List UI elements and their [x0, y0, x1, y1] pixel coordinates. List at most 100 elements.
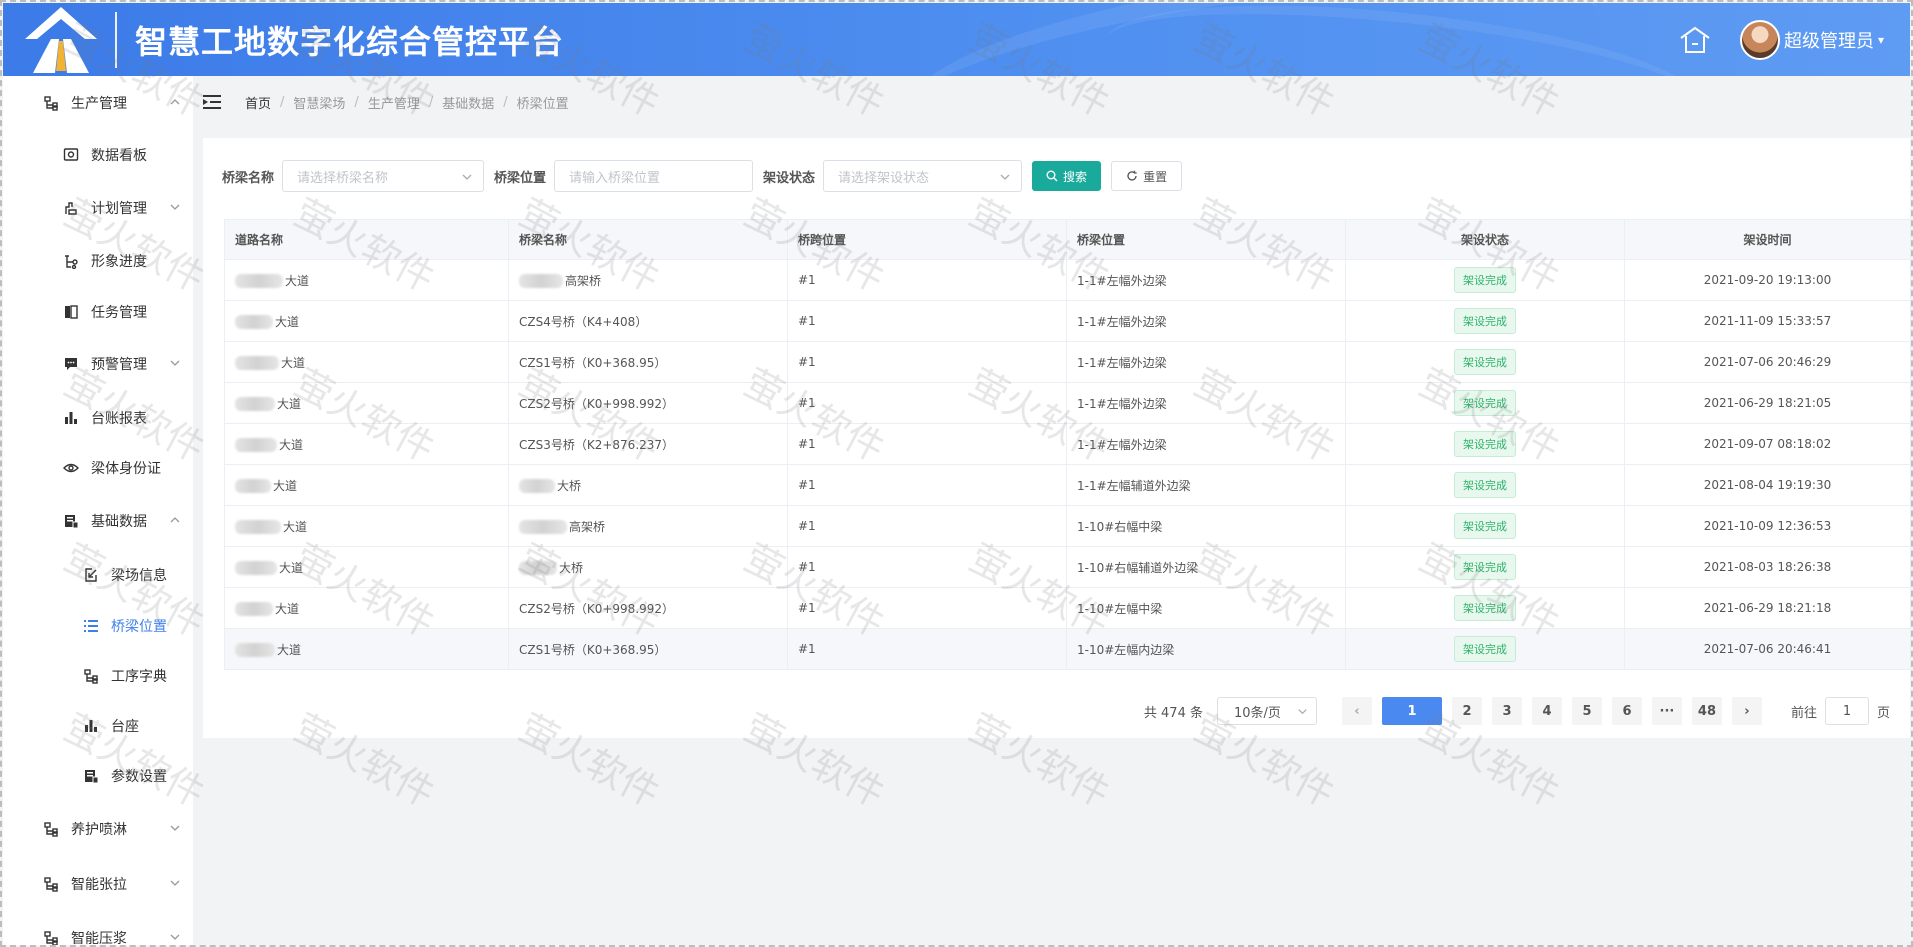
page-button[interactable]: 1 [1381, 697, 1442, 725]
sidebar-item-yard-info[interactable]: 梁场信息 [3, 553, 193, 597]
cell-span: #1 [787, 628, 1067, 670]
sidebar-item-bridge-position[interactable]: 桥梁位置 [3, 604, 193, 648]
sidebar-item-progress[interactable]: 形象进度 [3, 239, 193, 283]
cell-bridge-text: CZS2号桥（K0+998.992） [519, 396, 675, 411]
sidebar-item-label: 基础数据 [91, 514, 147, 530]
chevron-down-icon [170, 880, 180, 886]
search-button[interactable]: 搜索 [1032, 161, 1102, 191]
cell-span: #1 [787, 505, 1067, 547]
page-button[interactable]: 5 [1571, 697, 1602, 725]
page-button[interactable]: 3 [1491, 697, 1522, 725]
cell-bridge: CZS2号桥（K0+998.992） [508, 382, 788, 424]
redacted-text [235, 602, 273, 616]
table-row[interactable]: 大道 CZS1号桥（K0+368.95） #1 1-1#左幅外边梁 架设完成 2021-0… [224, 341, 1911, 383]
bridge-name-placeholder: 请选择桥梁名称 [297, 170, 389, 186]
caret-down-icon[interactable]: ▾ [1878, 33, 1884, 47]
sidebar-item-task[interactable]: 任务管理 [3, 290, 193, 334]
sidebar-item-params[interactable]: 参数设置 [3, 754, 193, 798]
sidebar-item-plan[interactable]: 计划管理 [3, 186, 193, 230]
sidebar-item-grouting[interactable]: 智能压浆 [3, 916, 193, 945]
bridge-position-label: 桥梁位置 [494, 170, 547, 186]
status-badge: 架设完成 [1454, 267, 1516, 293]
table-row[interactable]: 大道 CZS1号桥（K0+368.95） #1 1-10#左幅内边梁 架设完成 2021-… [224, 628, 1911, 670]
chart-icon [63, 410, 79, 426]
bridge-position-placeholder: 请输入桥梁位置 [569, 170, 661, 186]
sidebar-item-label: 工序字典 [111, 669, 167, 685]
sidebar-item-base-data[interactable]: 基础数据 [3, 499, 193, 543]
page-button[interactable]: 48 [1691, 697, 1722, 725]
sidebar-item-pedestal[interactable]: 台座 [3, 704, 193, 748]
cell-position: 1-1#左幅辅道外边梁 [1066, 464, 1346, 506]
page-button[interactable]: 4 [1531, 697, 1562, 725]
breadcrumb-production[interactable]: 生产管理 [368, 93, 420, 112]
more-pages-button[interactable]: ··· [1651, 697, 1682, 725]
page-button[interactable]: 2 [1451, 697, 1482, 725]
breadcrumb-smart-yard[interactable]: 智慧梁场 [293, 93, 345, 112]
breadcrumb-base-data[interactable]: 基础数据 [442, 93, 494, 112]
sidebar-item-process-dict[interactable]: 工序字典 [3, 654, 193, 698]
cell-bridge: CZS2号桥（K0+998.992） [508, 587, 788, 629]
cell-position: 1-1#左幅外边梁 [1066, 382, 1346, 424]
cell-road-text: 大道 [277, 642, 302, 657]
cell-bridge-text: CZS3号桥（K2+876.237） [519, 437, 675, 452]
sidebar-item-production[interactable]: 生产管理 [3, 81, 193, 125]
cell-road-text: 大道 [281, 355, 306, 370]
cell-span: #1 [787, 423, 1067, 465]
cell-bridge: 大桥 [508, 546, 788, 588]
cell-time: 2021-11-09 15:33:57 [1624, 300, 1911, 342]
table-row[interactable]: 大道 CZS4号桥（K4+408） #1 1-1#左幅外边梁 架设完成 2021-11-0… [224, 300, 1911, 342]
sidebar-item-label: 智能压浆 [71, 931, 127, 945]
breadcrumb-home[interactable]: 首页 [245, 93, 271, 112]
dashboard-icon [63, 147, 79, 163]
cell-span: #1 [787, 259, 1067, 301]
filter-bar: 桥梁名称 请选择桥梁名称 桥梁位置 请输入桥梁位置 架设状态 请选择架设状态 搜… [222, 160, 1183, 192]
sidebar: 生产管理 数据看板 计划管理 形象进度 任务管理 预警管理 台账报表 梁体身份证… [3, 76, 193, 945]
cell-road-text: 大道 [279, 437, 304, 452]
table-row[interactable]: 大道 高架桥 #1 1-10#右幅中梁 架设完成 2021-10-09 12:36:53 [224, 505, 1911, 547]
cell-position: 1-10#左幅内边梁 [1066, 628, 1346, 670]
main-card: 桥梁名称 请选择桥梁名称 桥梁位置 请输入桥梁位置 架设状态 请选择架设状态 搜… [203, 138, 1911, 738]
table-row[interactable]: 大道 大桥 #1 1-10#右幅辅道外边梁 架设完成 2021-08-03 18:26:3… [224, 546, 1911, 588]
reset-button[interactable]: 重置 [1111, 161, 1183, 191]
cell-status: 架设完成 [1345, 300, 1625, 342]
table-row[interactable]: 大道 CZS2号桥（K0+998.992） #1 1-10#左幅中梁 架设完成 2021-… [224, 587, 1911, 629]
username[interactable]: 超级管理员 [1784, 27, 1874, 53]
sidebar-item-curing[interactable]: 养护喷淋 [3, 807, 193, 851]
cell-position: 1-10#左幅中梁 [1066, 587, 1346, 629]
page-button[interactable]: 6 [1611, 697, 1642, 725]
cell-time: 2021-06-29 18:21:05 [1624, 382, 1911, 424]
cell-road-text: 大道 [273, 478, 298, 493]
sidebar-item-dashboard[interactable]: 数据看板 [3, 133, 193, 177]
sidebar-item-label: 预警管理 [91, 357, 147, 373]
sidebar-item-ledger[interactable]: 台账报表 [3, 396, 193, 440]
prev-page-button[interactable]: ‹ [1341, 697, 1372, 725]
bridge-name-select[interactable]: 请选择桥梁名称 [282, 160, 485, 192]
breadcrumb-separator: / [503, 94, 508, 110]
sidebar-item-beam-id[interactable]: 梁体身份证 [3, 446, 193, 490]
tree-icon [43, 95, 59, 111]
goto-page-input[interactable]: 1 [1824, 697, 1869, 725]
app-title: 智慧工地数字化综合管控平台 [135, 22, 565, 61]
sidebar-item-alert[interactable]: 预警管理 [3, 342, 193, 386]
table-row[interactable]: 大道 CZS3号桥（K2+876.237） #1 1-1#左幅外边梁 架设完成 2021-… [224, 423, 1911, 465]
home-icon[interactable] [1678, 23, 1712, 57]
table-row[interactable]: 大道 高架桥 #1 1-1#左幅外边梁 架设完成 2021-09-20 19:13:00 [224, 259, 1911, 301]
avatar[interactable] [1739, 19, 1780, 60]
redacted-text [235, 274, 283, 288]
logo-road-icon[interactable] [21, 5, 101, 75]
cell-road-text: 大道 [285, 273, 310, 288]
cell-road-text: 大道 [283, 519, 308, 534]
menu-fold-icon[interactable] [203, 94, 221, 110]
page-size-select[interactable]: 10条/页 [1216, 697, 1317, 725]
status-select[interactable]: 请选择架设状态 [823, 160, 1023, 192]
cell-status: 架设完成 [1345, 382, 1625, 424]
sidebar-item-tension[interactable]: 智能张拉 [3, 862, 193, 906]
bridge-position-input[interactable]: 请输入桥梁位置 [554, 160, 754, 192]
table-row[interactable]: 大道 CZS2号桥（K0+998.992） #1 1-1#左幅外边梁 架设完成 2021-… [224, 382, 1911, 424]
header-decoration [1098, 3, 1708, 76]
table-row[interactable]: 大道 大桥 #1 1-1#左幅辅道外边梁 架设完成 2021-08-04 19:19:30 [224, 464, 1911, 506]
next-page-button[interactable]: › [1731, 697, 1762, 725]
status-badge: 架设完成 [1454, 595, 1516, 621]
cell-road: 大道 [224, 300, 509, 342]
sidebar-item-label: 智能张拉 [71, 877, 127, 893]
